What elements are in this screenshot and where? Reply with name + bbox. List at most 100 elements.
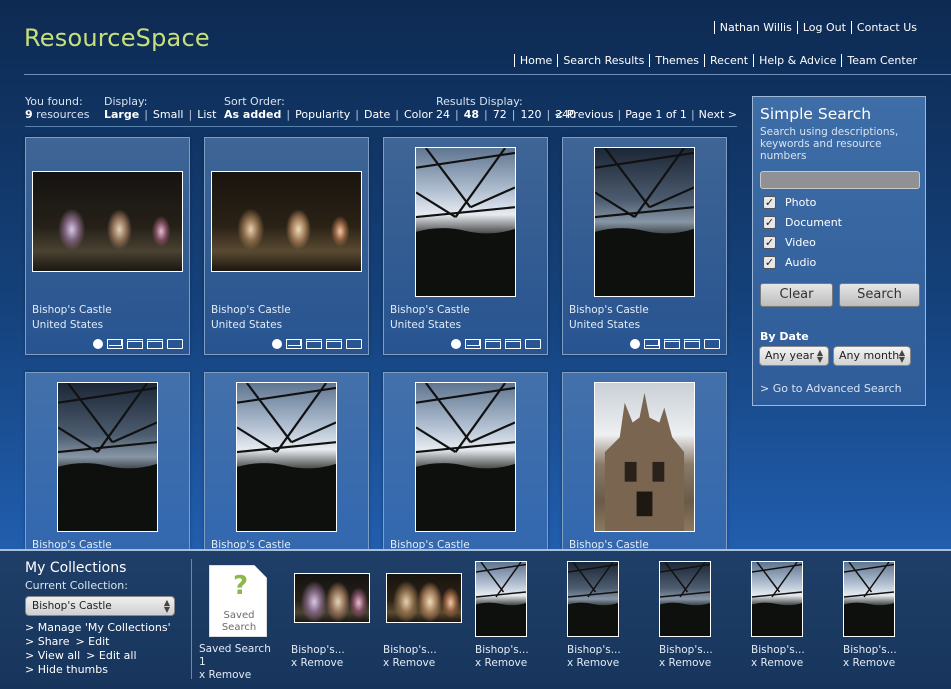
type-video-checkbox[interactable]: ✓ [763,236,776,249]
result-thumbnail[interactable] [415,382,516,532]
collection-item-remove-link[interactable]: x Remove [843,657,895,669]
collection-item-remove-link[interactable]: x Remove [383,657,435,669]
edit-icon[interactable] [326,339,342,349]
result-thumbnail[interactable] [594,382,695,532]
result-title[interactable]: Bishop's Castle [211,304,291,316]
add-to-collection-icon[interactable] [451,339,461,349]
collection-thumbnail[interactable] [659,561,711,637]
nav-team-center[interactable]: Team Center [841,54,922,67]
email-icon[interactable] [107,339,123,349]
collection-thumbnail[interactable] [751,561,803,637]
collection-thumbnail[interactable] [294,573,370,623]
search-input[interactable] [760,171,920,189]
type-document-checkbox[interactable]: ✓ [763,216,776,229]
collection-item-label[interactable]: Bishop's... [659,644,713,656]
type-audio-option[interactable]: ✓ Audio [763,256,816,269]
comment-icon[interactable] [525,339,541,349]
advanced-search-link[interactable]: > Go to Advanced Search [760,382,902,395]
year-select[interactable]: Any year ▲ ▼ [759,346,829,366]
result-title[interactable]: Bishop's Castle [569,304,649,316]
email-icon[interactable] [465,339,481,349]
comment-icon[interactable] [704,339,720,349]
collection-item-label[interactable]: Bishop's... [475,644,529,656]
collection-item-remove-link[interactable]: x Remove [291,657,343,669]
app-logo[interactable]: ResourceSpace [24,24,210,52]
sort-color[interactable]: Color [404,108,433,122]
current-collection-select[interactable]: Bishop's Castle ▲ ▼ [25,596,175,616]
pager-previous[interactable]: < Previous [554,108,613,122]
pager-next[interactable]: Next > [699,108,737,122]
type-audio-checkbox[interactable]: ✓ [763,256,776,269]
collection-thumbnail[interactable] [567,561,619,637]
collection-thumbnail[interactable] [843,561,895,637]
email-icon[interactable] [644,339,660,349]
collection-item-label[interactable]: Bishop's... [383,644,437,656]
edit-icon[interactable] [684,339,700,349]
result-thumbnail[interactable] [236,382,337,532]
view-all-link[interactable]: > View all [25,649,80,662]
contact-us-link[interactable]: Contact Us [850,21,922,34]
display-small[interactable]: Small [153,108,184,122]
result-thumbnail[interactable] [32,171,183,272]
month-select[interactable]: Any month ▲ ▼ [833,346,911,366]
collection-item-label[interactable]: Bishop's... [751,644,805,656]
per-page-72[interactable]: 72 [493,108,507,122]
preview-icon[interactable] [127,339,143,349]
collection-thumbnail[interactable] [386,573,462,623]
per-page-24[interactable]: 24 [436,108,450,122]
edit-collection-link[interactable]: > Edit [75,635,109,648]
clear-button[interactable]: Clear [760,283,833,307]
result-card[interactable]: Bishop's Castle United States [25,137,190,355]
collection-item-remove-link[interactable]: x Remove [751,657,803,669]
result-card[interactable]: Bishop's Castle United States [204,137,369,355]
edit-all-link[interactable]: > Edit all [86,649,136,662]
type-document-option[interactable]: ✓ Document [763,216,842,229]
per-page-48[interactable]: 48 [464,108,479,122]
collection-item-remove-link[interactable]: x Remove [475,657,527,669]
edit-icon[interactable] [505,339,521,349]
preview-icon[interactable] [485,339,501,349]
saved-search-document-icon[interactable]: ? Saved Search [209,565,267,637]
nav-recent[interactable]: Recent [704,54,753,67]
share-collection-link[interactable]: > Share [25,635,69,648]
nav-help-advice[interactable]: Help & Advice [753,54,841,67]
preview-icon[interactable] [664,339,680,349]
type-video-option[interactable]: ✓ Video [763,236,816,249]
result-card[interactable]: Bishop's Castle United States [562,137,727,355]
sort-popularity[interactable]: Popularity [295,108,350,122]
result-thumbnail[interactable] [211,171,362,272]
email-icon[interactable] [286,339,302,349]
comment-icon[interactable] [346,339,362,349]
result-thumbnail[interactable] [415,147,516,297]
collection-item-label[interactable]: Bishop's... [567,644,621,656]
sort-date[interactable]: Date [364,108,390,122]
edit-icon[interactable] [147,339,163,349]
result-thumbnail[interactable] [57,382,158,532]
result-card[interactable]: Bishop's Castle United States [383,137,548,355]
add-to-collection-icon[interactable] [630,339,640,349]
result-title[interactable]: Bishop's Castle [32,304,112,316]
sort-as-added[interactable]: As added [224,108,281,122]
add-to-collection-icon[interactable] [272,339,282,349]
result-title[interactable]: Bishop's Castle [390,304,470,316]
nav-themes[interactable]: Themes [649,54,704,67]
search-button[interactable]: Search [839,283,920,307]
collection-item-remove-link[interactable]: x Remove [567,657,619,669]
preview-icon[interactable] [306,339,322,349]
type-photo-option[interactable]: ✓ Photo [763,196,816,209]
collection-item-label[interactable]: Bishop's... [843,644,897,656]
hide-thumbs-link[interactable]: > Hide thumbs [25,663,108,677]
nav-home[interactable]: Home [513,54,557,67]
display-large[interactable]: Large [104,108,139,122]
comment-icon[interactable] [167,339,183,349]
display-list[interactable]: List [197,108,216,122]
manage-collections-link[interactable]: > Manage 'My Collections' [25,621,171,635]
result-thumbnail[interactable] [594,147,695,297]
nav-search-results[interactable]: Search Results [557,54,649,67]
collection-item-label[interactable]: Bishop's... [291,644,345,656]
per-page-120[interactable]: 120 [520,108,541,122]
collection-thumbnail[interactable] [475,561,527,637]
type-photo-checkbox[interactable]: ✓ [763,196,776,209]
collection-item-remove-link[interactable]: x Remove [659,657,711,669]
saved-search-remove-link[interactable]: x Remove [199,669,251,681]
